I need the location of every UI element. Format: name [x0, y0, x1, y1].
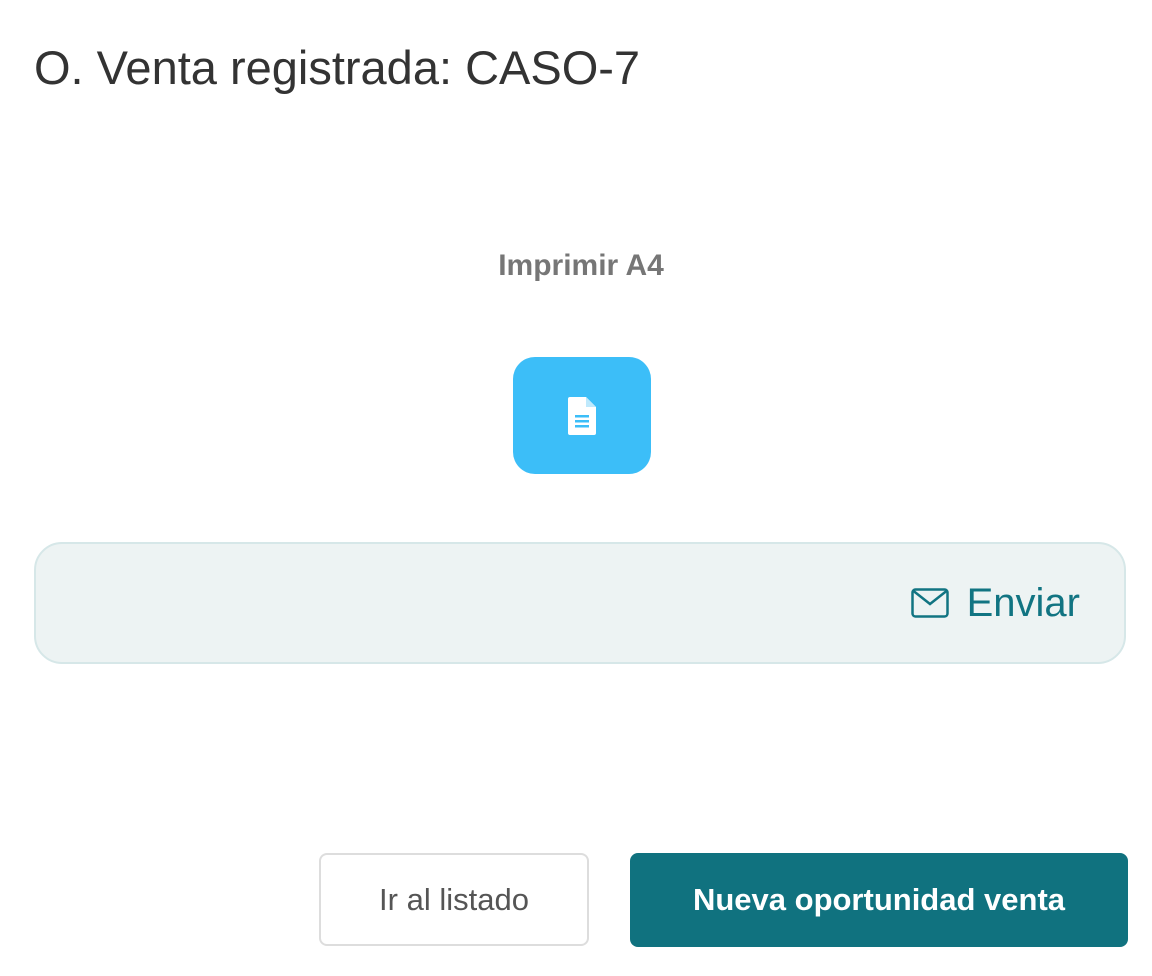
- print-a4-button[interactable]: [513, 357, 651, 474]
- send-button[interactable]: Enviar: [910, 579, 1080, 627]
- send-panel: Enviar: [34, 542, 1126, 664]
- send-label: Enviar: [966, 581, 1080, 625]
- print-a4-label: Imprimir A4: [498, 249, 664, 282]
- document-icon: [568, 396, 596, 435]
- new-sales-opportunity-button[interactable]: Nueva oportunidad venta: [630, 853, 1128, 947]
- go-to-list-button[interactable]: Ir al listado: [319, 853, 589, 946]
- page-title: O. Venta registrada: CASO-7: [34, 41, 641, 94]
- envelope-icon: [910, 588, 949, 618]
